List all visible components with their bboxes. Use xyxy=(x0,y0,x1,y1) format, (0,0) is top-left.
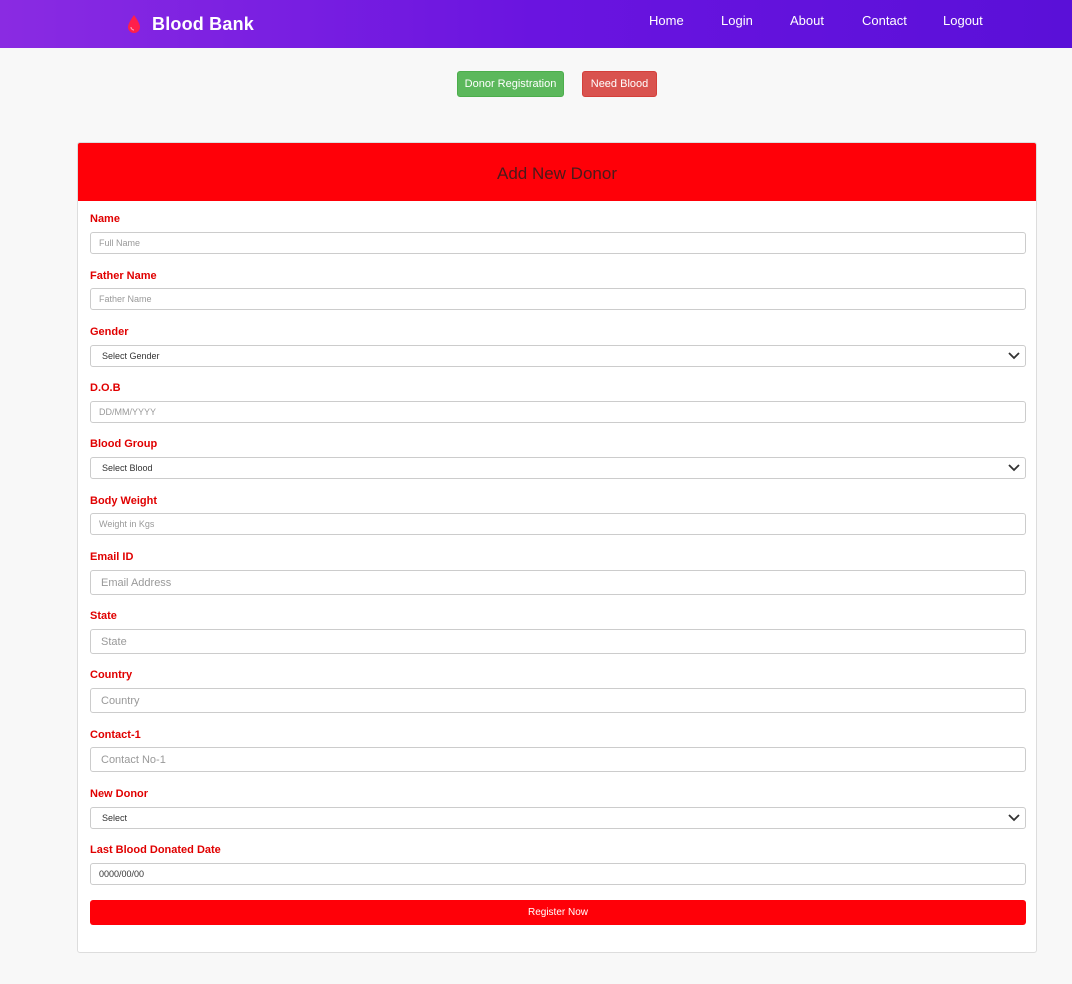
contact1-label: Contact-1 xyxy=(90,729,141,741)
nav-link-login[interactable]: Login xyxy=(721,13,753,28)
email-label: Email ID xyxy=(90,551,134,563)
last-donated-label: Last Blood Donated Date xyxy=(90,844,221,856)
nav-link-home[interactable]: Home xyxy=(649,13,684,28)
country-label: Country xyxy=(90,669,133,681)
name-input[interactable] xyxy=(90,232,1026,254)
brand-name: Blood Bank xyxy=(152,13,255,34)
need-blood-button[interactable]: Need Blood xyxy=(582,71,657,97)
state-input[interactable] xyxy=(90,629,1026,654)
donor-registration-button[interactable]: Donor Registration xyxy=(457,71,564,97)
chevron-down-icon xyxy=(1008,464,1020,472)
navbar: Blood Bank Home Login About Contact Logo… xyxy=(0,0,1072,48)
father-name-label: Father Name xyxy=(90,270,157,282)
blood-group-selected-value: Select Blood xyxy=(102,463,153,473)
blood-group-select[interactable]: Select Blood xyxy=(90,457,1026,479)
new-donor-selected-value: Select xyxy=(102,813,128,823)
dob-input[interactable] xyxy=(90,401,1026,423)
name-label: Name xyxy=(90,213,120,225)
father-name-input[interactable] xyxy=(90,288,1026,310)
last-donated-input[interactable]: 0000/00/00 xyxy=(90,863,1026,885)
form-header: Add New Donor xyxy=(78,143,1036,201)
register-now-button[interactable]: Register Now xyxy=(90,900,1026,925)
state-label: State xyxy=(90,610,117,622)
nav-link-contact[interactable]: Contact xyxy=(862,13,907,28)
nav-link-logout[interactable]: Logout xyxy=(943,13,983,28)
brand[interactable]: Blood Bank xyxy=(126,12,254,36)
form-title: Add New Donor xyxy=(496,164,617,183)
email-input[interactable] xyxy=(90,570,1026,595)
country-input[interactable] xyxy=(90,688,1026,713)
dob-label: D.O.B xyxy=(90,382,121,394)
chevron-down-icon xyxy=(1008,352,1020,360)
body-weight-input[interactable] xyxy=(90,513,1026,535)
nav-link-about[interactable]: About xyxy=(790,13,824,28)
gender-selected-value: Select Gender xyxy=(102,351,160,361)
blood-group-label: Blood Group xyxy=(90,438,158,450)
contact1-input[interactable] xyxy=(90,747,1026,772)
body-weight-label: Body Weight xyxy=(90,495,158,507)
new-donor-select[interactable]: Select xyxy=(90,807,1026,829)
gender-label: Gender xyxy=(90,326,129,338)
new-donor-label: New Donor xyxy=(90,788,149,800)
chevron-down-icon xyxy=(1008,814,1020,822)
last-donated-value: 0000/00/00 xyxy=(99,869,145,879)
gender-select[interactable]: Select Gender xyxy=(90,345,1026,367)
blood-drop-icon xyxy=(128,15,140,33)
add-donor-form-card: Add New Donor Name Father Name Gender Se… xyxy=(77,142,1037,953)
